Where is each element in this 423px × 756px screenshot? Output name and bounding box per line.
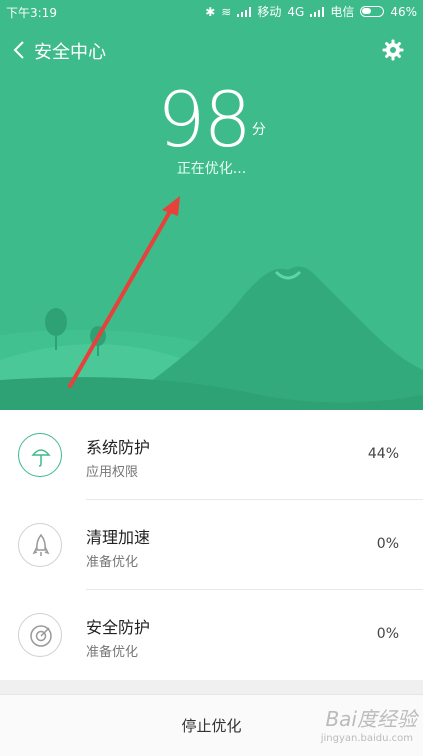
item-title: 安全防护 (86, 618, 151, 637)
item-title: 系统防护 (86, 438, 151, 457)
item-title: 清理加速 (86, 528, 151, 547)
radar-icon (18, 613, 62, 657)
rocket-icon (18, 523, 62, 567)
watermark-logo: Bai度经验 (325, 707, 417, 731)
item-subtitle: 应用权限 (86, 465, 139, 480)
list-item-cleanup[interactable]: 清理加速 准备优化 0% (0, 500, 423, 590)
item-progress: 44% (367, 446, 399, 462)
watermark-url: jingyan.baidu.com (320, 733, 413, 744)
optimization-list: 系统防护 应用权限 44% 清理加速 准备优化 0% 安全防护 准备优化 0% (0, 410, 423, 680)
item-subtitle: 准备优化 (86, 555, 139, 570)
annotation-arrow (68, 196, 180, 388)
item-progress: 0% (376, 626, 399, 642)
list-item-system-protection[interactable]: 系统防护 应用权限 44% (0, 410, 423, 500)
umbrella-icon (18, 433, 62, 477)
item-subtitle: 准备优化 (86, 645, 139, 660)
hero-panel: 下午3:19 ✱ ≋ 移动 4G 电信 46% 安全中心 98 分 正在优化..… (0, 0, 423, 410)
list-item-security[interactable]: 安全防护 准备优化 0% (0, 590, 423, 680)
bottom-bar: 停止优化 Bai度经验 jingyan.baidu.com (0, 694, 423, 756)
section-gap (0, 680, 423, 694)
item-progress: 0% (376, 536, 399, 552)
